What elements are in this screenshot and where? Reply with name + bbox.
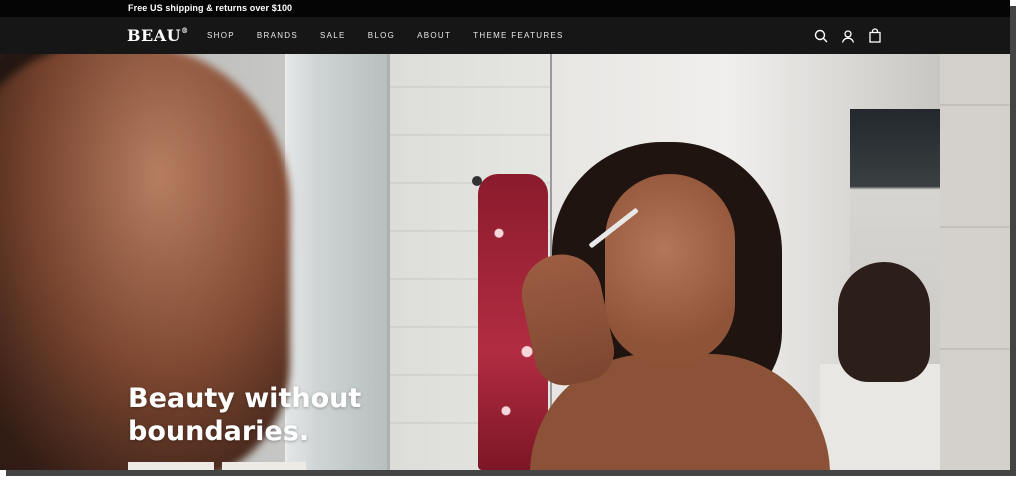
cart-icon[interactable] [867,28,883,44]
logo-mark: ® [181,25,189,35]
account-icon[interactable] [840,28,856,44]
nav-item-sale[interactable]: SALE [320,31,346,40]
logo-text: BEAU [127,26,182,45]
brand-logo[interactable]: BEAU® [127,26,189,45]
hero-headline: Beauty without boundaries. [128,382,428,448]
hero-secondary-button[interactable] [222,462,306,470]
main-nav: SHOP BRANDS SALE BLOG ABOUT THEME FEATUR… [207,31,586,40]
nav-item-shop[interactable]: SHOP [207,31,235,40]
announcement-bar: Free US shipping & returns over $100 [0,0,1010,17]
hero-banner[interactable]: Beauty without boundaries. [0,54,1010,470]
nav-item-blog[interactable]: BLOG [368,31,395,40]
nav-item-about[interactable]: ABOUT [417,31,451,40]
search-icon[interactable] [813,28,829,44]
nav-item-theme-features[interactable]: THEME FEATURES [473,31,564,40]
header-icons [813,28,894,44]
site-header: BEAU® SHOP BRANDS SALE BLOG ABOUT THEME … [0,17,1010,54]
nav-item-brands[interactable]: BRANDS [257,31,298,40]
hero-headline-line1: Beauty without [128,383,362,414]
announcement-text: Free US shipping & returns over $100 [128,3,293,13]
hero-headline-line2: boundaries. [128,416,310,447]
hero-primary-button[interactable] [128,462,214,470]
page-frame: Free US shipping & returns over $100 BEA… [0,0,1010,470]
